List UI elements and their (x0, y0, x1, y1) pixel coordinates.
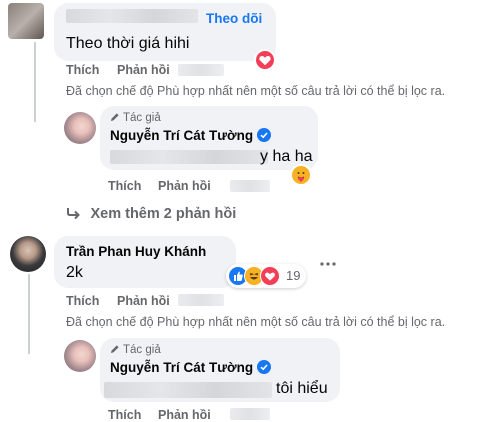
blurred-timestamp (230, 180, 270, 192)
follow-link[interactable]: Theo dõi (206, 11, 262, 26)
reply-arrow-icon (67, 208, 80, 220)
commenter-name[interactable]: Trần Phan Huy Khánh (66, 244, 206, 259)
reply-button[interactable]: Phản hồi (117, 63, 170, 77)
heart-reaction-icon (260, 266, 280, 286)
avatar[interactable] (64, 112, 96, 144)
comment-bubble: Theo dõi Theo thời giá hihi (54, 3, 276, 61)
filter-notice: Đã chọn chế độ Phù hợp nhất nên một số c… (66, 315, 446, 329)
blurred-timestamp (230, 408, 270, 420)
like-button[interactable]: Thích (66, 63, 99, 77)
reply-button[interactable]: Phản hồi (158, 179, 211, 193)
verified-icon (257, 360, 272, 374)
like-button[interactable]: Thích (108, 179, 141, 193)
view-more-replies-link[interactable]: Xem thêm 2 phản hồi (66, 205, 236, 223)
reply-text: tôi hiểu (276, 380, 328, 397)
verified-icon (257, 128, 272, 142)
comment-text: Theo thời giá hihi (66, 35, 190, 52)
pencil-icon (111, 113, 119, 121)
blurred-commenter-name (66, 9, 198, 23)
reply-bubble: Tác giả Nguyễn Trí Cát Tường tôi hiểu (100, 338, 340, 402)
care-reaction-icon[interactable] (290, 164, 312, 186)
blurred-timestamp (178, 64, 224, 76)
heart-reaction-icon[interactable] (254, 49, 276, 71)
like-button[interactable]: Thích (108, 408, 141, 422)
author-name[interactable]: Nguyễn Trí Cát Tường (110, 360, 272, 375)
reply-bubble: Tác giả Nguyễn Trí Cát Tường y ha ha (100, 106, 318, 170)
thread-connector (28, 274, 56, 354)
blurred-timestamp (178, 294, 224, 306)
more-options-icon[interactable] (318, 256, 338, 266)
author-name[interactable]: Nguyễn Trí Cát Tường (110, 128, 272, 143)
avatar[interactable] (10, 236, 46, 272)
avatar[interactable] (64, 340, 96, 372)
filter-notice: Đã chọn chế độ Phù hợp nhất nên một số c… (66, 84, 446, 98)
reaction-summary[interactable]: 19 (226, 264, 306, 288)
reply-button[interactable]: Phản hồi (158, 408, 211, 422)
view-more-replies-label: Xem thêm 2 phản hồi (90, 206, 237, 222)
comment-bubble: Trần Phan Huy Khánh 2k (54, 236, 236, 288)
blurred-reply-text (110, 150, 268, 164)
comment-text: 2k (66, 264, 83, 281)
like-button[interactable]: Thích (66, 294, 99, 308)
author-badge-label: Tác giả (123, 344, 161, 356)
author-badge: Tác giả (110, 112, 161, 124)
author-name-text: Nguyễn Trí Cát Tường (110, 360, 254, 375)
reaction-count: 19 (286, 268, 301, 283)
thread-connector (34, 42, 62, 122)
author-badge-label: Tác giả (123, 112, 161, 124)
blurred-reply-text (104, 382, 272, 398)
author-badge: Tác giả (110, 344, 161, 356)
avatar[interactable] (8, 3, 44, 39)
author-name-text: Nguyễn Trí Cát Tường (110, 128, 254, 143)
reply-button[interactable]: Phản hồi (117, 294, 170, 308)
reply-text: y ha ha (260, 148, 313, 165)
pencil-icon (111, 345, 119, 353)
